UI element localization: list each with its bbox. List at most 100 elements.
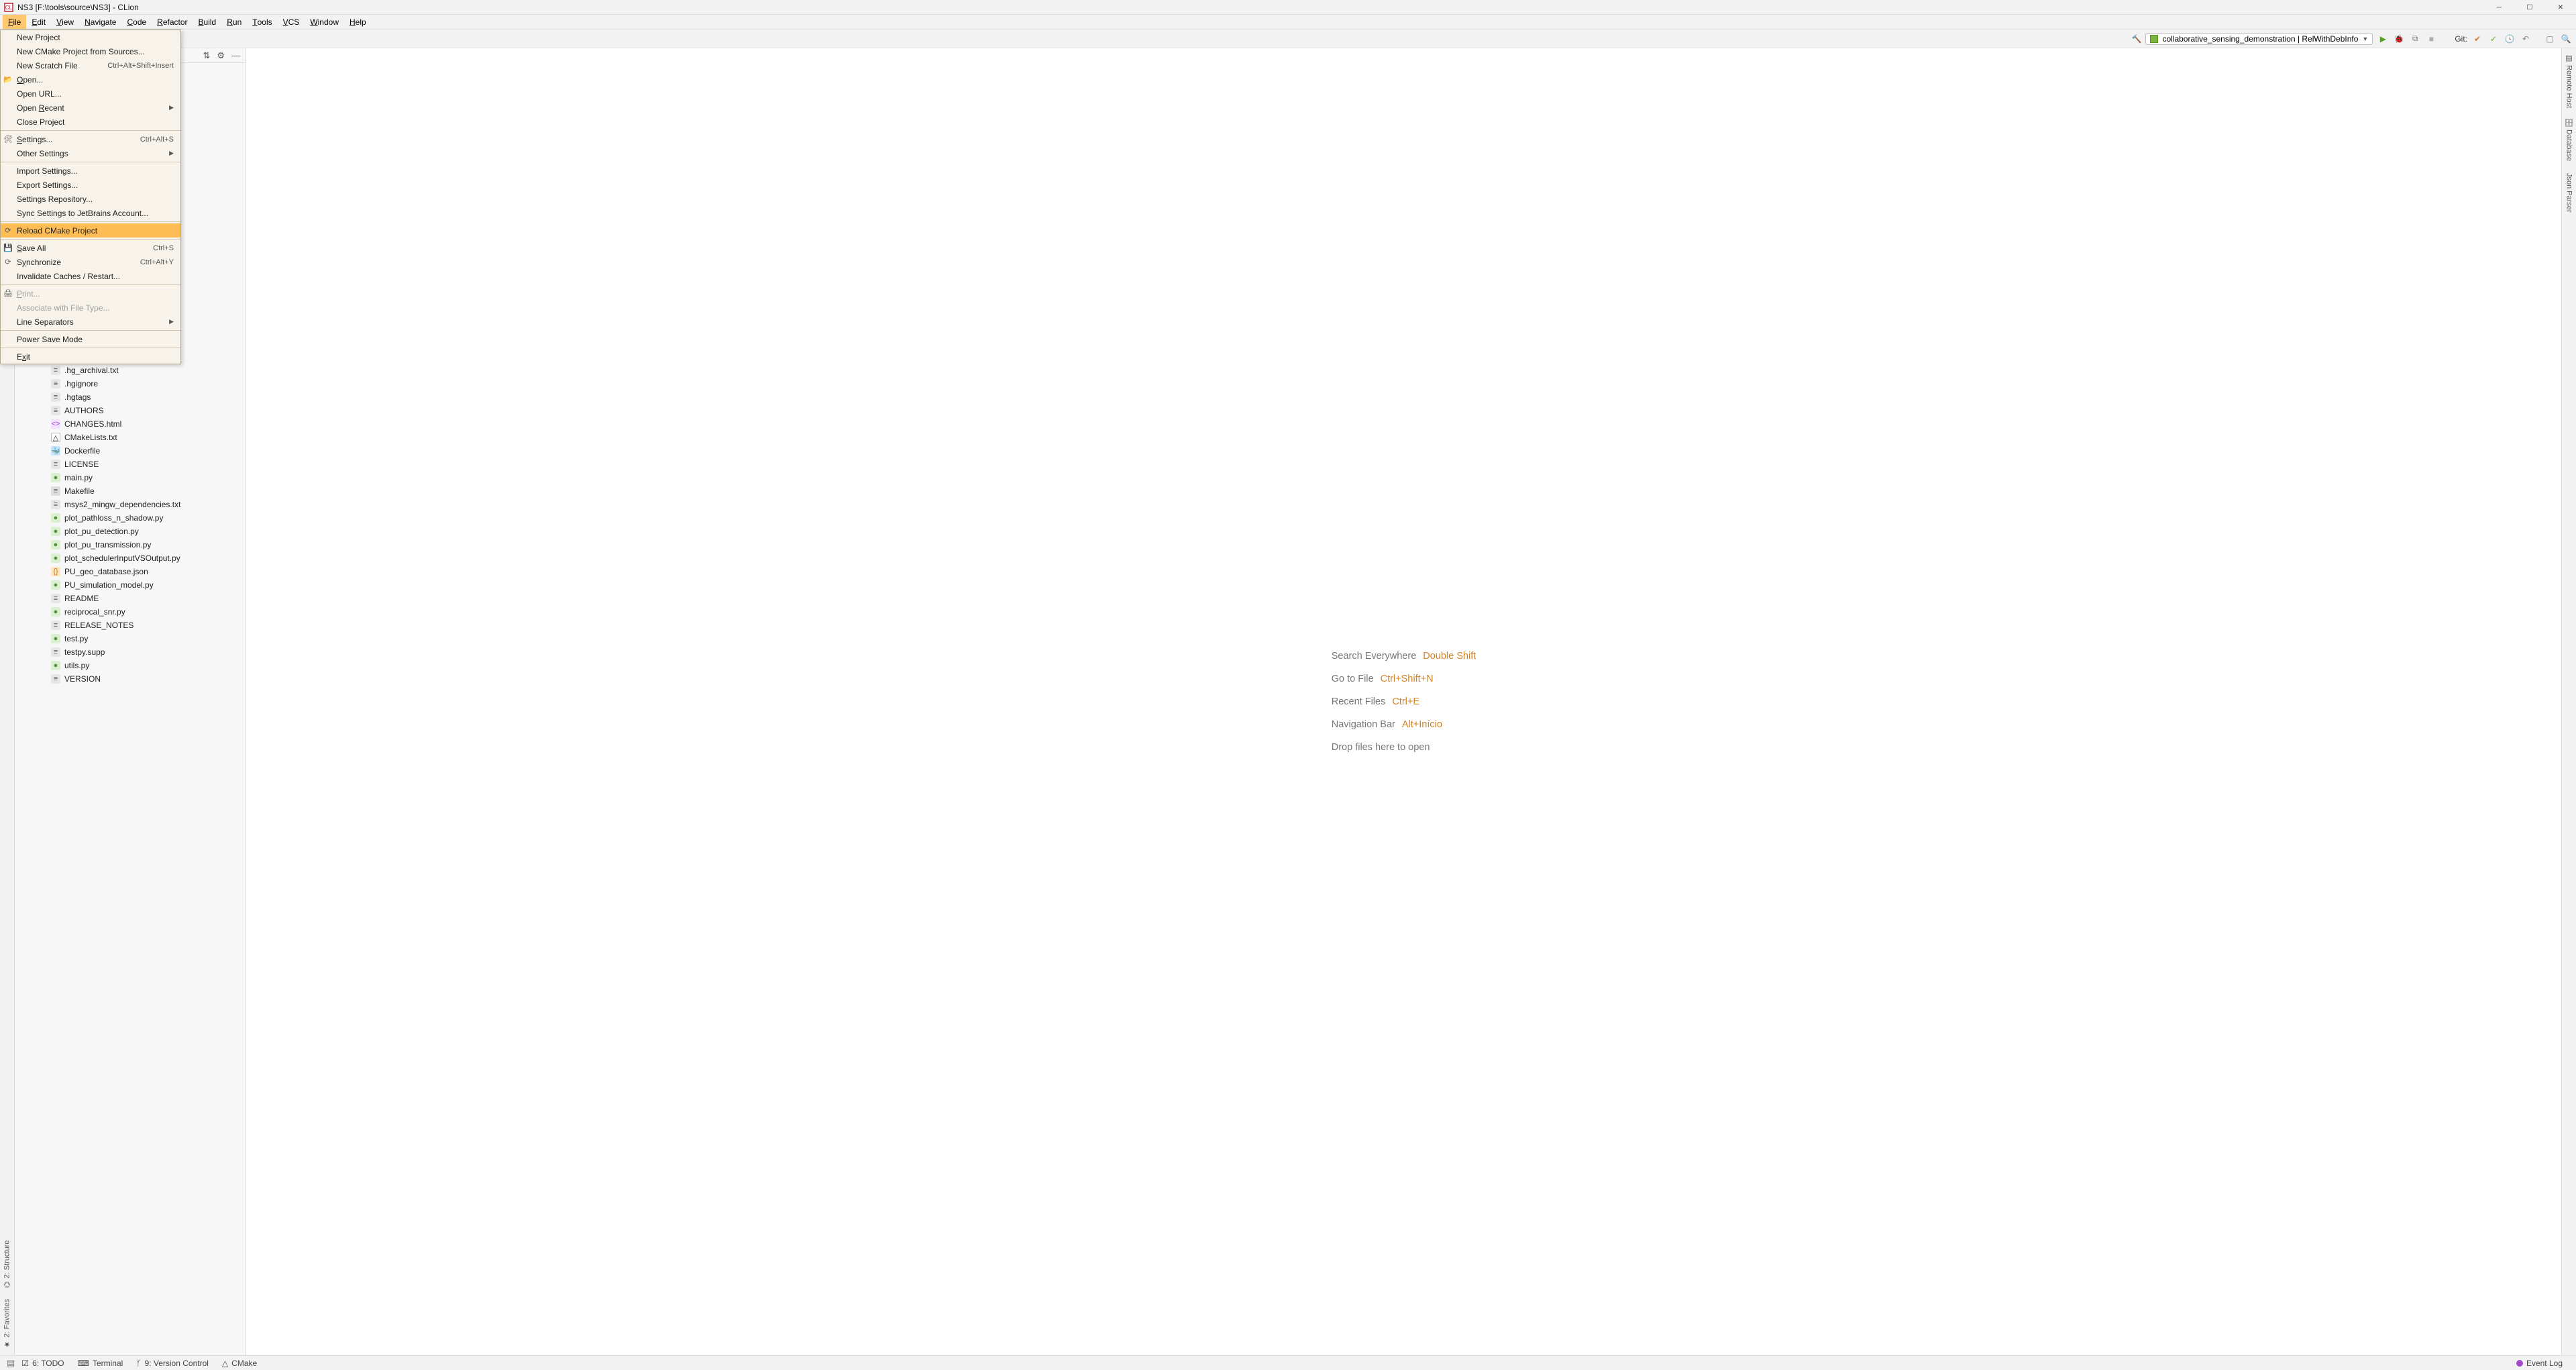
file-menu-open-url[interactable]: Open URL...	[1, 87, 180, 101]
file-menu-dropdown[interactable]: New ProjectNew CMake Project from Source…	[0, 30, 181, 364]
file-changes-html[interactable]: <>CHANGES.html	[15, 417, 241, 431]
cmake-tool-button[interactable]: △CMake	[215, 1359, 264, 1368]
right-tab-json-parser[interactable]: Json Parser	[2565, 170, 2573, 213]
editor-area[interactable]: Search EverywhereDouble ShiftGo to FileC…	[246, 48, 2561, 1355]
file-menu-close-project[interactable]: Close Project	[1, 115, 180, 129]
file-menu-synchronize[interactable]: ⟳SynchronizeCtrl+Alt+Y	[1, 255, 180, 269]
file-release-notes[interactable]: ≡RELEASE_NOTES	[15, 619, 241, 632]
menu-view[interactable]: View	[51, 15, 79, 29]
right-tab-remote-host[interactable]: ▤Remote Host	[2565, 54, 2573, 108]
file-label: testpy.supp	[64, 647, 105, 657]
file-testpy-supp[interactable]: ≡testpy.supp	[15, 645, 241, 659]
close-button[interactable]: ✕	[2545, 0, 2576, 15]
run-button[interactable]: ▶	[2377, 34, 2389, 44]
search-everywhere-button[interactable]: 🔍	[2560, 34, 2572, 44]
file-plot-pu-detection-py[interactable]: ●plot_pu_detection.py	[15, 525, 241, 538]
file-pu-simulation-model-py[interactable]: ●PU_simulation_model.py	[15, 578, 241, 592]
stop-button[interactable]: ■	[2425, 34, 2437, 44]
run-with-coverage-button[interactable]: ⧉	[2409, 34, 2421, 44]
file-version[interactable]: ≡VERSION	[15, 672, 241, 686]
file-menu-sync-settings-to-jetbrains-account[interactable]: Sync Settings to JetBrains Account...	[1, 206, 180, 220]
menu-edit[interactable]: Edit	[26, 15, 51, 29]
menu-file[interactable]: File	[3, 15, 26, 29]
file-utils-py[interactable]: ●utils.py	[15, 659, 241, 672]
menu-vcs[interactable]: VCS	[278, 15, 305, 29]
file-plot-pu-transmission-py[interactable]: ●plot_pu_transmission.py	[15, 538, 241, 551]
ide-layout-button[interactable]: ▢	[2544, 34, 2556, 44]
file-menu-save-all[interactable]: 💾Save AllCtrl+S	[1, 241, 180, 255]
chevron-right-icon: ▶	[169, 318, 174, 325]
file-plot-pathloss-n-shadow-py[interactable]: ●plot_pathloss_n_shadow.py	[15, 511, 241, 525]
file-license[interactable]: ≡LICENSE	[15, 458, 241, 471]
git-history-button[interactable]: 🕓	[2504, 34, 2516, 44]
file-menu-new-cmake-project-from-sources[interactable]: New CMake Project from Sources...	[1, 44, 180, 58]
menu-code[interactable]: Code	[121, 15, 152, 29]
file-menu-reload-cmake-project[interactable]: ⟳Reload CMake Project	[1, 223, 180, 238]
file--hgtags[interactable]: ≡.hgtags	[15, 390, 241, 404]
file-menu-new-scratch-file[interactable]: New Scratch FileCtrl+Alt+Shift+Insert	[1, 58, 180, 72]
minimize-button[interactable]: ─	[2483, 0, 2514, 15]
file-menu-open[interactable]: 📂Open...	[1, 72, 180, 87]
file-cmakelists-txt[interactable]: △CMakeLists.txt	[15, 431, 241, 444]
file-msys2-mingw-dependencies-txt[interactable]: ≡msys2_mingw_dependencies.txt	[15, 498, 241, 511]
todo-tool-button[interactable]: ☑6: TODO	[15, 1359, 70, 1368]
menu-navigate[interactable]: Navigate	[79, 15, 121, 29]
right-tab-database[interactable]: 🗄Database	[2565, 117, 2573, 161]
file--hg-archival-txt[interactable]: ≡.hg_archival.txt	[15, 364, 241, 377]
file-menu-line-separators[interactable]: Line Separators▶	[1, 315, 180, 329]
git-update-button[interactable]: ✔	[2471, 34, 2483, 44]
scroll-from-source-icon[interactable]: ⇅	[203, 50, 210, 61]
debug-button[interactable]: 🐞	[2393, 34, 2405, 44]
welcome-row: Search EverywhereDouble Shift	[1332, 651, 1477, 662]
statusbar-menu-icon[interactable]: ▤	[7, 1358, 15, 1369]
file-readme[interactable]: ≡README	[15, 592, 241, 605]
welcome-shortcut: Ctrl+Shift+N	[1381, 674, 1434, 684]
welcome-label: Navigation Bar	[1332, 719, 1395, 730]
file-menu-open-recent[interactable]: Open Recent▶	[1, 101, 180, 115]
menu-item-label: Synchronize	[17, 258, 61, 267]
file-menu-new-project[interactable]: New Project	[1, 30, 180, 44]
terminal-tool-button[interactable]: ⌨Terminal	[71, 1359, 130, 1368]
file-menu-exit[interactable]: Exit	[1, 350, 180, 364]
git-revert-button[interactable]: ↶	[2520, 34, 2532, 44]
tab-label: Database	[2565, 129, 2573, 161]
event-log-button[interactable]: Event Log	[2510, 1359, 2569, 1368]
file-reciprocal-snr-py[interactable]: ●reciprocal_snr.py	[15, 605, 241, 619]
build-icon[interactable]: 🔨	[2132, 34, 2142, 44]
menu-refactor[interactable]: Refactor	[152, 15, 193, 29]
menu-run[interactable]: Run	[221, 15, 247, 29]
file-makefile[interactable]: ≡Makefile	[15, 484, 241, 498]
menu-build[interactable]: Build	[193, 15, 222, 29]
file-label: RELEASE_NOTES	[64, 621, 133, 630]
menu-item-label: Settings Repository...	[17, 195, 93, 204]
file-menu-settings-repository[interactable]: Settings Repository...	[1, 192, 180, 206]
file-icon: ●	[51, 661, 60, 670]
file-plot-schedulerinputvsoutput-py[interactable]: ●plot_schedulerInputVSOutput.py	[15, 551, 241, 565]
file-menu-import-settings[interactable]: Import Settings...	[1, 164, 180, 178]
menu-tools[interactable]: Tools	[247, 15, 277, 29]
file-main-py[interactable]: ●main.py	[15, 471, 241, 484]
file-icon: ●	[51, 473, 60, 482]
file-label: README	[64, 594, 99, 603]
menu-window[interactable]: Window	[305, 15, 344, 29]
file-pu-geo-database-json[interactable]: {}PU_geo_database.json	[15, 565, 241, 578]
hide-panel-icon[interactable]: —	[231, 50, 240, 60]
file-menu-invalidate-caches-restart[interactable]: Invalidate Caches / Restart...	[1, 269, 180, 283]
left-tab-2-favorites[interactable]: ★2: Favorites	[3, 1299, 11, 1349]
file-menu-export-settings[interactable]: Export Settings...	[1, 178, 180, 192]
file--hgignore[interactable]: ≡.hgignore	[15, 377, 241, 390]
vcs-tool-button[interactable]: ᚶ9: Version Control	[129, 1359, 215, 1368]
settings-gear-icon[interactable]: ⚙	[217, 50, 225, 61]
maximize-button[interactable]: ☐	[2514, 0, 2545, 15]
file-menu-power-save-mode[interactable]: Power Save Mode	[1, 332, 180, 346]
left-tab-2-structure[interactable]: ⌬2: Structure	[3, 1241, 11, 1287]
file-test-py[interactable]: ●test.py	[15, 632, 241, 645]
run-config-selector[interactable]: collaborative_sensing_demonstration | Re…	[2145, 33, 2373, 45]
project-tree[interactable]: ≡.hg_archival.txt≡.hgignore≡.hgtags≡AUTH…	[15, 364, 241, 1355]
file-dockerfile[interactable]: 🐳Dockerfile	[15, 444, 241, 458]
file-authors[interactable]: ≡AUTHORS	[15, 404, 241, 417]
menu-help[interactable]: Help	[344, 15, 372, 29]
file-menu-other-settings[interactable]: Other Settings▶	[1, 146, 180, 160]
file-menu-settings[interactable]: 🛠Settings...Ctrl+Alt+S	[1, 132, 180, 146]
git-commit-button[interactable]: ✓	[2487, 34, 2500, 44]
